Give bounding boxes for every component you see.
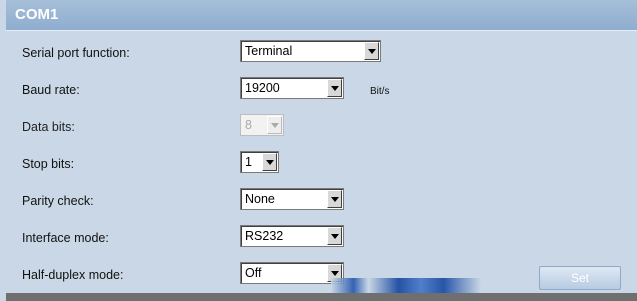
serial-port-function-label: Serial port function: [22, 46, 130, 60]
chevron-down-icon[interactable] [327, 190, 342, 208]
data-bits-label: Data bits: [22, 120, 75, 134]
half-duplex-mode-select[interactable]: Off [240, 262, 344, 284]
baud-rate-select[interactable]: 19200 [240, 77, 344, 99]
stop-bits-label: Stop bits: [22, 157, 75, 171]
stop-bits-value: 1 [245, 155, 252, 169]
data-bits-value: 8 [245, 118, 252, 132]
render-artifact [331, 278, 481, 293]
row-parity-check: Parity check: None [6, 184, 637, 221]
interface-mode-select[interactable]: RS232 [240, 225, 344, 247]
stop-bits-select[interactable]: 1 [240, 151, 279, 173]
row-serial-port-function: Serial port function: Terminal [6, 36, 637, 73]
half-duplex-mode-label: Half-duplex mode: [22, 268, 124, 282]
row-stop-bits: Stop bits: 1 [6, 147, 637, 184]
serial-port-function-select[interactable]: Terminal [240, 40, 381, 62]
interface-mode-value: RS232 [245, 229, 284, 243]
row-baud-rate: Baud rate: 19200 Bit/s [6, 73, 637, 110]
bottom-bar [6, 293, 637, 301]
chevron-down-icon[interactable] [364, 42, 379, 60]
com1-settings-panel: COM1 Serial port function: Terminal Baud… [6, 0, 637, 301]
baud-rate-unit: Bit/s [370, 86, 390, 97]
set-button[interactable]: Set [539, 266, 621, 290]
row-data-bits: Data bits: 8 [6, 110, 637, 147]
parity-check-label: Parity check: [22, 194, 94, 208]
data-bits-select: 8 [240, 114, 284, 136]
baud-rate-label: Baud rate: [22, 83, 80, 97]
chevron-down-icon [267, 116, 282, 134]
parity-check-value: None [245, 192, 275, 206]
interface-mode-label: Interface mode: [22, 231, 109, 245]
chevron-down-icon[interactable] [262, 153, 277, 171]
row-interface-mode: Interface mode: RS232 [6, 221, 637, 258]
baud-rate-value: 19200 [245, 81, 280, 95]
serial-port-function-value: Terminal [245, 44, 293, 58]
chevron-down-icon[interactable] [327, 227, 342, 245]
parity-check-select[interactable]: None [240, 188, 344, 210]
panel-title: COM1 [15, 6, 59, 23]
chevron-down-icon[interactable] [327, 79, 342, 97]
panel-header: COM1 [6, 0, 637, 31]
half-duplex-mode-value: Off [245, 266, 262, 280]
